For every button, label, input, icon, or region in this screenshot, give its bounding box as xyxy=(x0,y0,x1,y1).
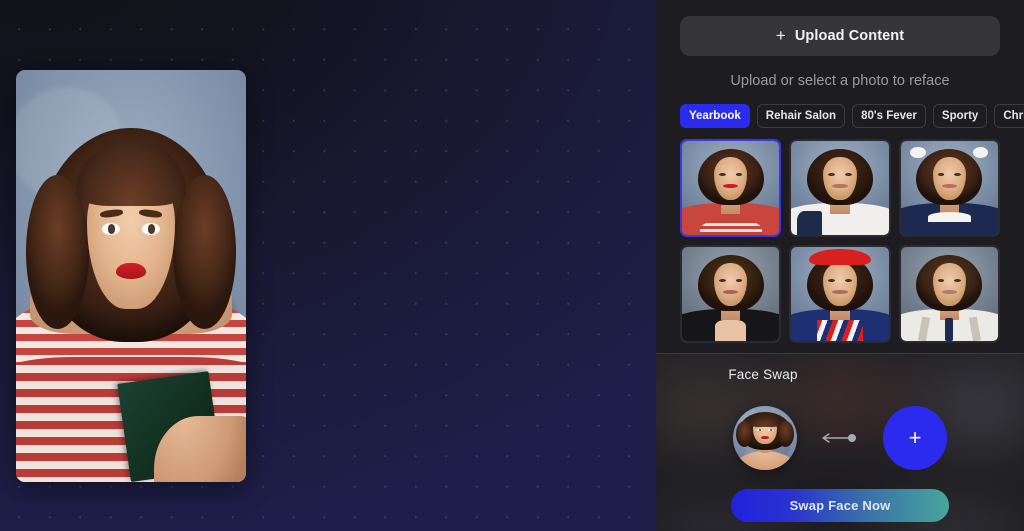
right-sidebar: + Upload Content Upload or select a phot… xyxy=(656,0,1024,531)
editor-canvas[interactable] xyxy=(0,0,656,531)
add-target-face-button[interactable]: + xyxy=(883,406,947,470)
thumbnail-image xyxy=(791,141,889,235)
style-thumbnail-6[interactable] xyxy=(898,245,1000,343)
style-thumbnail-4[interactable] xyxy=(680,245,782,343)
sidebar-header: + Upload Content Upload or select a phot… xyxy=(656,0,1024,128)
thumbnail-image xyxy=(900,141,998,235)
category-chip-yearbook[interactable]: Yearbook xyxy=(680,104,750,128)
face-swap-panel: Face Swap + Swap Face Now xyxy=(656,354,1024,531)
face-swap-title: Face Swap xyxy=(728,367,798,382)
upload-hint-text: Upload or select a photo to reface xyxy=(730,73,950,89)
app-root: + Upload Content Upload or select a phot… xyxy=(0,0,1024,531)
upload-content-button[interactable]: + Upload Content xyxy=(680,16,1000,56)
category-chip-80-s-fever[interactable]: 80's Fever xyxy=(852,104,926,128)
thumbnail-image xyxy=(791,247,889,341)
style-thumbnail-5[interactable] xyxy=(789,245,891,343)
portrait-illustration xyxy=(16,70,246,482)
avatar-portrait xyxy=(733,406,797,470)
thumbnail-image xyxy=(900,247,998,341)
thumbnail-image xyxy=(682,247,780,341)
category-chip-list: YearbookRehair Salon80's FeverSportyChri… xyxy=(680,104,1024,128)
category-chip-christmas[interactable]: Christmas xyxy=(994,104,1024,128)
face-swap-controls-row: + xyxy=(656,400,1024,476)
style-thumbnail-1[interactable] xyxy=(680,139,782,237)
style-thumbnail-2[interactable] xyxy=(789,139,891,237)
category-chip-rehair-salon[interactable]: Rehair Salon xyxy=(756,104,846,128)
category-chip-sporty[interactable]: Sporty xyxy=(932,104,988,128)
style-thumbnail-grid xyxy=(680,139,1000,343)
swap-face-now-button[interactable]: Swap Face Now xyxy=(731,489,949,522)
plus-icon: + xyxy=(775,25,786,45)
canvas-result-photo[interactable] xyxy=(16,70,246,482)
plus-icon: + xyxy=(908,425,922,450)
thumbnail-image xyxy=(682,141,780,235)
arrow-left-icon xyxy=(819,431,861,445)
upload-content-label: Upload Content xyxy=(794,28,905,44)
style-thumbnail-3[interactable] xyxy=(898,139,1000,237)
face-swap-source-avatar[interactable] xyxy=(733,406,797,470)
